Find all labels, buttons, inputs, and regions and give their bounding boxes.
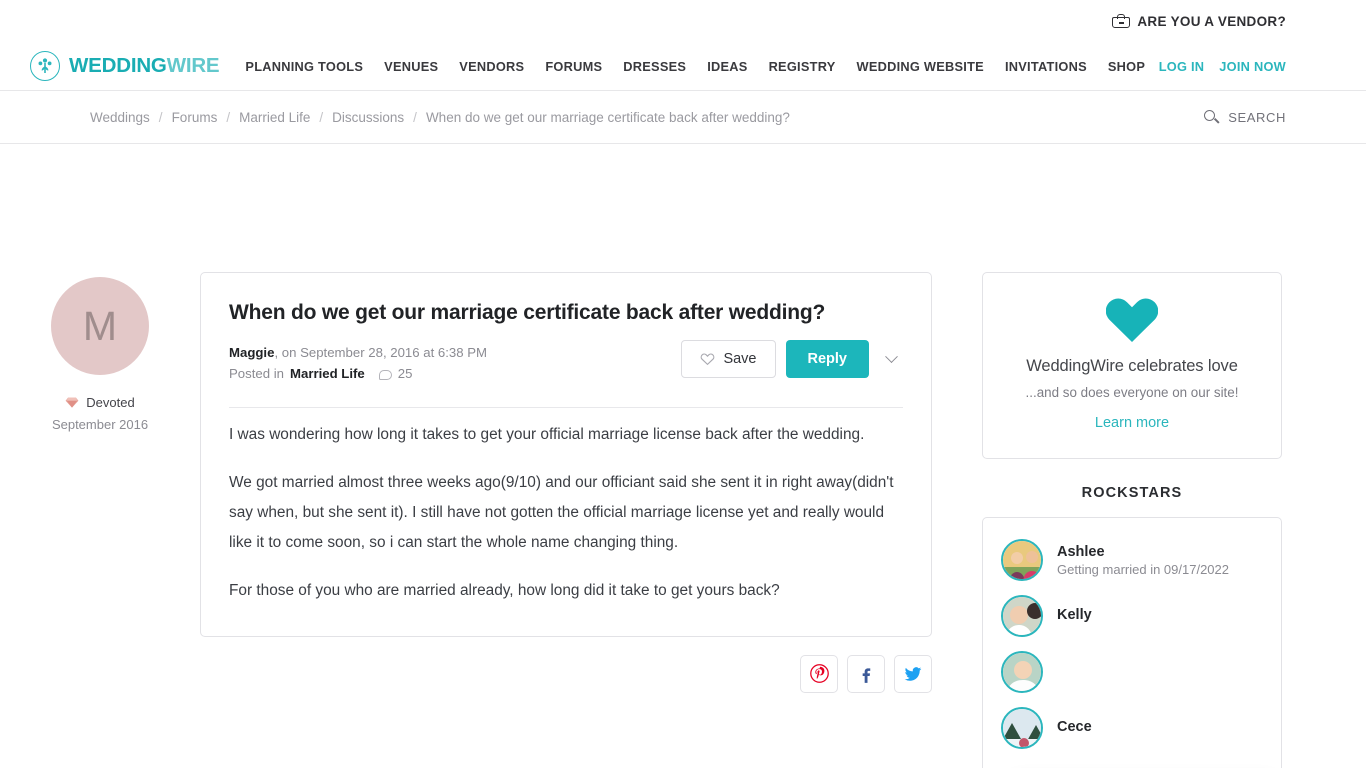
post-actions: Save Reply (681, 340, 903, 379)
nav-account-actions: LOG IN JOIN NOW (1159, 59, 1286, 74)
share-pinterest-button[interactable] (800, 654, 838, 693)
vendor-label: ARE YOU A VENDOR? (1137, 13, 1286, 29)
are-you-a-vendor-link[interactable]: ARE YOU A VENDOR? (1112, 14, 1286, 29)
main-navigation: WEDDINGWIRE PLANNING TOOLS VENUES VENDOR… (0, 42, 1366, 90)
nav-item-shop[interactable]: SHOP (1108, 59, 1145, 74)
nav-item-wedding-website[interactable]: WEDDING WEBSITE (857, 59, 984, 74)
post-author-name[interactable]: Maggie (229, 345, 274, 360)
breadcrumb-separator: / (413, 109, 417, 125)
twitter-icon (904, 666, 922, 681)
heart-icon (1106, 298, 1158, 342)
post-column: When do we get our marriage certificate … (200, 272, 932, 768)
logo-wordmark-bold: WEDDING (69, 54, 167, 77)
rockstar-name: Ashlee (1057, 543, 1105, 560)
list-item[interactable]: Ashlee Getting married in 09/17/2022 (1001, 532, 1263, 588)
list-item[interactable] (1001, 644, 1263, 700)
avatar (1001, 651, 1043, 693)
list-item-text: Kelly (1057, 607, 1092, 625)
avatar (1001, 539, 1043, 581)
pinterest-icon (809, 664, 829, 683)
nav-item-forums[interactable]: FORUMS (545, 59, 602, 74)
promo-card: WeddingWire celebrates love ...and so do… (982, 272, 1282, 459)
rockstar-subtitle: Getting married in 09/17/2022 (1057, 561, 1229, 577)
list-item-text: Cece (1057, 719, 1092, 737)
briefcase-icon (1112, 14, 1131, 28)
comment-bubble-icon (378, 369, 392, 380)
logo-wordmark-light: WIRE (166, 54, 220, 77)
promo-subtitle: ...and so does everyone on our site! (1025, 385, 1239, 400)
list-item[interactable]: Kelly (1001, 588, 1263, 644)
breadcrumb-separator: / (319, 109, 324, 125)
post-paragraph: We got married almost three weeks ago(9/… (229, 473, 894, 551)
nav-item-ideas[interactable]: IDEAS (707, 59, 747, 74)
rockstar-name: Cece (1057, 719, 1092, 735)
join-now-link[interactable]: JOIN NOW (1219, 59, 1286, 74)
share-facebook-button[interactable] (847, 654, 885, 693)
rockstars-card: Ashlee Getting married in 09/17/2022 Kel… (982, 517, 1282, 768)
share-row (200, 654, 932, 693)
reply-button[interactable]: Reply (785, 340, 869, 379)
post-meta-text: Maggie, on September 28, 2016 at 6:38 PM… (229, 340, 487, 384)
facebook-icon (862, 667, 871, 683)
breadcrumb-bar: Weddings / Forums / Married Life / Discu… (0, 90, 1366, 144)
author-rail: M Devoted September 2016 (0, 272, 200, 768)
breadcrumb-item-married-life[interactable]: Married Life (239, 110, 310, 125)
avatar[interactable]: M (51, 277, 149, 375)
weddingwire-flower-icon (30, 51, 60, 81)
rockstars-heading: ROCKSTARS (1081, 485, 1183, 501)
post-author-line: Maggie, on September 28, 2016 at 6:38 PM (229, 342, 487, 363)
breadcrumb-separator: / (158, 109, 163, 125)
log-in-link[interactable]: LOG IN (1159, 59, 1205, 74)
author-joined-date: September 2016 (51, 417, 149, 432)
post-category-link[interactable]: Married Life (290, 363, 365, 384)
author-badge: Devoted (0, 395, 200, 410)
post-timestamp: , on September 28, 2016 at 6:38 PM (274, 345, 488, 361)
save-label: Save (723, 351, 757, 368)
sidebar: WeddingWire celebrates love ...and so do… (982, 272, 1282, 768)
breadcrumb: Weddings / Forums / Married Life / Discu… (90, 110, 790, 125)
nav-item-planning-tools[interactable]: PLANNING TOOLS (245, 59, 363, 74)
posted-in-label: Posted in (229, 366, 284, 382)
save-button[interactable]: Save (681, 340, 776, 379)
search-label: SEARCH (1228, 109, 1286, 125)
nav-item-dresses[interactable]: DRESSES (623, 59, 686, 74)
learn-more-link[interactable]: Learn more (1095, 415, 1169, 431)
nav-item-registry[interactable]: REGISTRY (769, 59, 836, 74)
chevron-down-icon[interactable] (879, 347, 903, 371)
share-twitter-button[interactable] (894, 654, 932, 693)
gem-icon (65, 397, 79, 408)
breadcrumb-item-weddings[interactable]: Weddings (90, 110, 150, 125)
post-body: I was wondering how long it takes to get… (229, 408, 903, 606)
list-item-text: Ashlee Getting married in 09/17/2022 (1057, 544, 1229, 577)
post-paragraph: I was wondering how long it takes to get… (229, 425, 865, 443)
breadcrumb-item-current: When do we get our marriage certificate … (425, 109, 790, 125)
nav-item-venues[interactable]: VENUES (384, 59, 438, 74)
breadcrumb-item-discussions[interactable]: Discussions (332, 110, 404, 125)
nav-item-vendors[interactable]: VENDORS (459, 59, 524, 74)
list-item[interactable]: Cece (1001, 700, 1263, 756)
search-icon (1204, 109, 1220, 125)
rockstar-name: Kelly (1057, 607, 1092, 623)
nav-links: PLANNING TOOLS VENUES VENDORS FORUMS DRE… (245, 59, 1145, 74)
post-meta-row: Maggie, on September 28, 2016 at 6:38 PM… (229, 340, 903, 384)
post-paragraph: For those of you who are married already… (229, 581, 780, 599)
post-card: When do we get our marriage certificate … (200, 272, 932, 637)
vendor-strip: ARE YOU A VENDOR? (0, 0, 1366, 42)
logo-wordmark: WEDDINGWIRE (69, 54, 220, 78)
post-category-line: Posted in Married Life 25 (229, 363, 487, 384)
author-badge-label: Devoted (86, 395, 135, 410)
weddingwire-logo[interactable]: WEDDINGWIRE (30, 51, 220, 81)
avatar (1001, 707, 1043, 749)
breadcrumb-separator: / (226, 109, 231, 125)
page-title: When do we get our marriage certificate … (229, 301, 826, 324)
search-button[interactable]: SEARCH (1204, 109, 1286, 125)
heart-outline-icon (701, 353, 715, 366)
promo-title: WeddingWire celebrates love (1026, 357, 1238, 375)
breadcrumb-item-forums[interactable]: Forums (172, 110, 218, 125)
page-content: M Devoted September 2016 When do we get … (0, 144, 1366, 768)
comment-count: 25 (397, 366, 413, 382)
nav-item-invitations[interactable]: INVITATIONS (1005, 59, 1087, 74)
avatar (1001, 595, 1043, 637)
